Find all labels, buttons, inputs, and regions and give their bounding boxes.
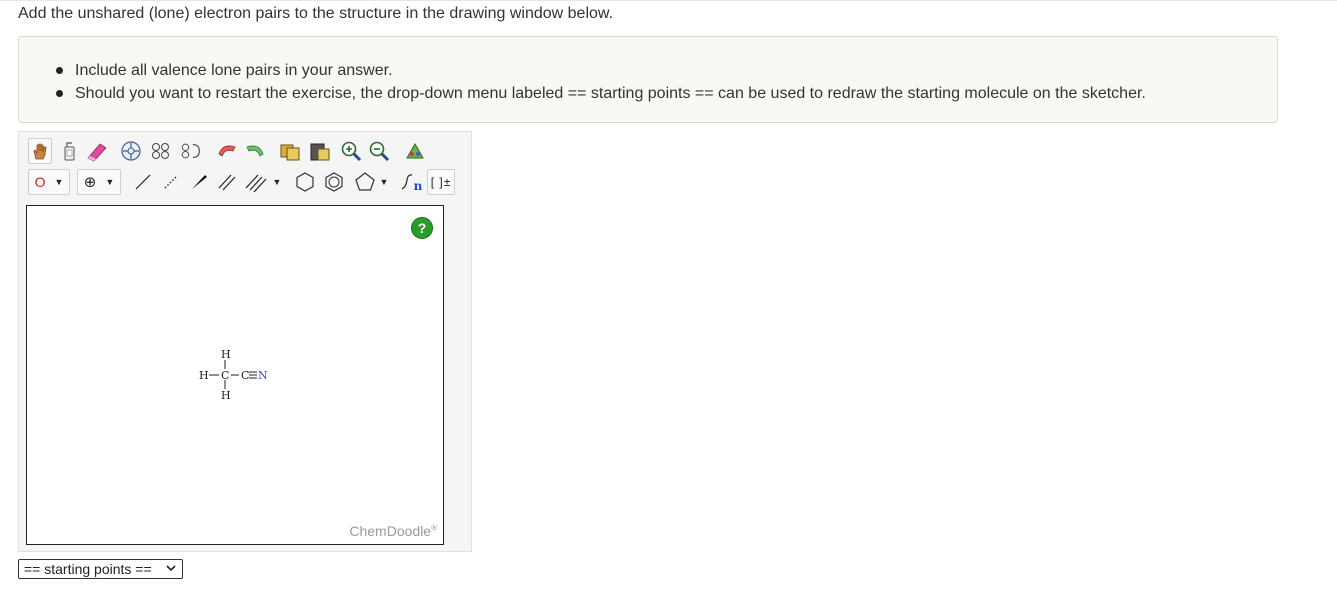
paste-icon[interactable] bbox=[308, 138, 332, 164]
double-bond-icon[interactable] bbox=[215, 169, 239, 195]
chevron-down-icon: ▼ bbox=[54, 177, 64, 187]
element-label: O bbox=[34, 174, 46, 190]
atom-h-bottom[interactable]: H bbox=[221, 390, 231, 401]
element-dropdown[interactable]: O ▼ bbox=[28, 169, 70, 195]
dashed-bond-icon[interactable] bbox=[159, 169, 183, 195]
cyclopentane-icon bbox=[354, 172, 375, 191]
redo-icon[interactable] bbox=[243, 138, 267, 164]
charge-dropdown[interactable]: ⊕ ▼ bbox=[77, 169, 121, 195]
flip-vertical-icon[interactable] bbox=[179, 138, 203, 164]
cyclohexane-icon[interactable] bbox=[293, 169, 317, 195]
sgroup-icon[interactable]: n bbox=[399, 169, 423, 195]
eraser-icon[interactable] bbox=[85, 138, 109, 164]
clean-icon[interactable] bbox=[403, 138, 427, 164]
top-divider bbox=[0, 0, 1337, 1]
sgroup-label: n bbox=[413, 179, 423, 193]
drawing-canvas[interactable]: ? H H C C N H ChemDoodle® bbox=[26, 205, 444, 545]
triple-bond-dropdown[interactable]: ▼ bbox=[241, 169, 285, 195]
copy-icon[interactable] bbox=[278, 138, 302, 164]
hint-box: Include all valence lone pairs in your a… bbox=[18, 36, 1278, 123]
hand-icon[interactable] bbox=[28, 138, 52, 164]
chemdoodle-brand: ChemDoodle® bbox=[349, 523, 437, 539]
atom-h-left[interactable]: H bbox=[199, 370, 209, 381]
hint-item: Include all valence lone pairs in your a… bbox=[56, 59, 1146, 82]
ring-dropdown[interactable]: ▼ bbox=[350, 169, 392, 195]
hint-list: Include all valence lone pairs in your a… bbox=[56, 59, 1146, 105]
atom-h-top[interactable]: H bbox=[221, 349, 231, 360]
bracket-label: [ ]± bbox=[430, 175, 452, 189]
single-bond-icon[interactable] bbox=[131, 169, 155, 195]
chevron-down-icon bbox=[166, 565, 176, 572]
chevron-down-icon: ▼ bbox=[272, 177, 282, 187]
benzene-icon[interactable] bbox=[322, 169, 346, 195]
registered-mark: ® bbox=[431, 523, 437, 533]
wedge-bond-icon[interactable] bbox=[187, 169, 211, 195]
brand-text: ChemDoodle bbox=[349, 523, 432, 539]
chevron-down-icon: ▼ bbox=[105, 177, 115, 187]
clear-icon[interactable] bbox=[57, 138, 81, 164]
charge-label: ⊕ bbox=[83, 174, 97, 191]
bracket-icon[interactable]: [ ]± bbox=[427, 169, 455, 195]
undo-icon[interactable] bbox=[215, 138, 239, 164]
molecule-structure: H H C C N H bbox=[197, 346, 277, 406]
help-button[interactable]: ? bbox=[411, 217, 433, 239]
triple-bond-icon bbox=[245, 174, 266, 192]
center-icon[interactable] bbox=[119, 138, 143, 164]
chevron-down-icon: ▼ bbox=[379, 177, 389, 187]
question-prompt: Add the unshared (lone) electron pairs t… bbox=[18, 5, 614, 22]
flip-horizontal-icon[interactable] bbox=[149, 138, 173, 164]
hint-item: Should you want to restart the exercise,… bbox=[56, 82, 1146, 105]
atom-n[interactable]: N bbox=[258, 370, 268, 381]
zoom-in-icon[interactable] bbox=[339, 138, 363, 164]
zoom-out-icon[interactable] bbox=[367, 138, 391, 164]
starting-points-select[interactable]: == starting points == bbox=[18, 559, 183, 579]
starting-points-value: == starting points == bbox=[24, 561, 152, 577]
chemdoodle-sketcher: O ▼ ⊕ ▼ ▼ ▼ n []± ? H H C C N H ChemDoo… bbox=[18, 131, 472, 552]
atom-c2[interactable]: C bbox=[241, 370, 249, 381]
atom-c1[interactable]: C bbox=[221, 370, 229, 381]
